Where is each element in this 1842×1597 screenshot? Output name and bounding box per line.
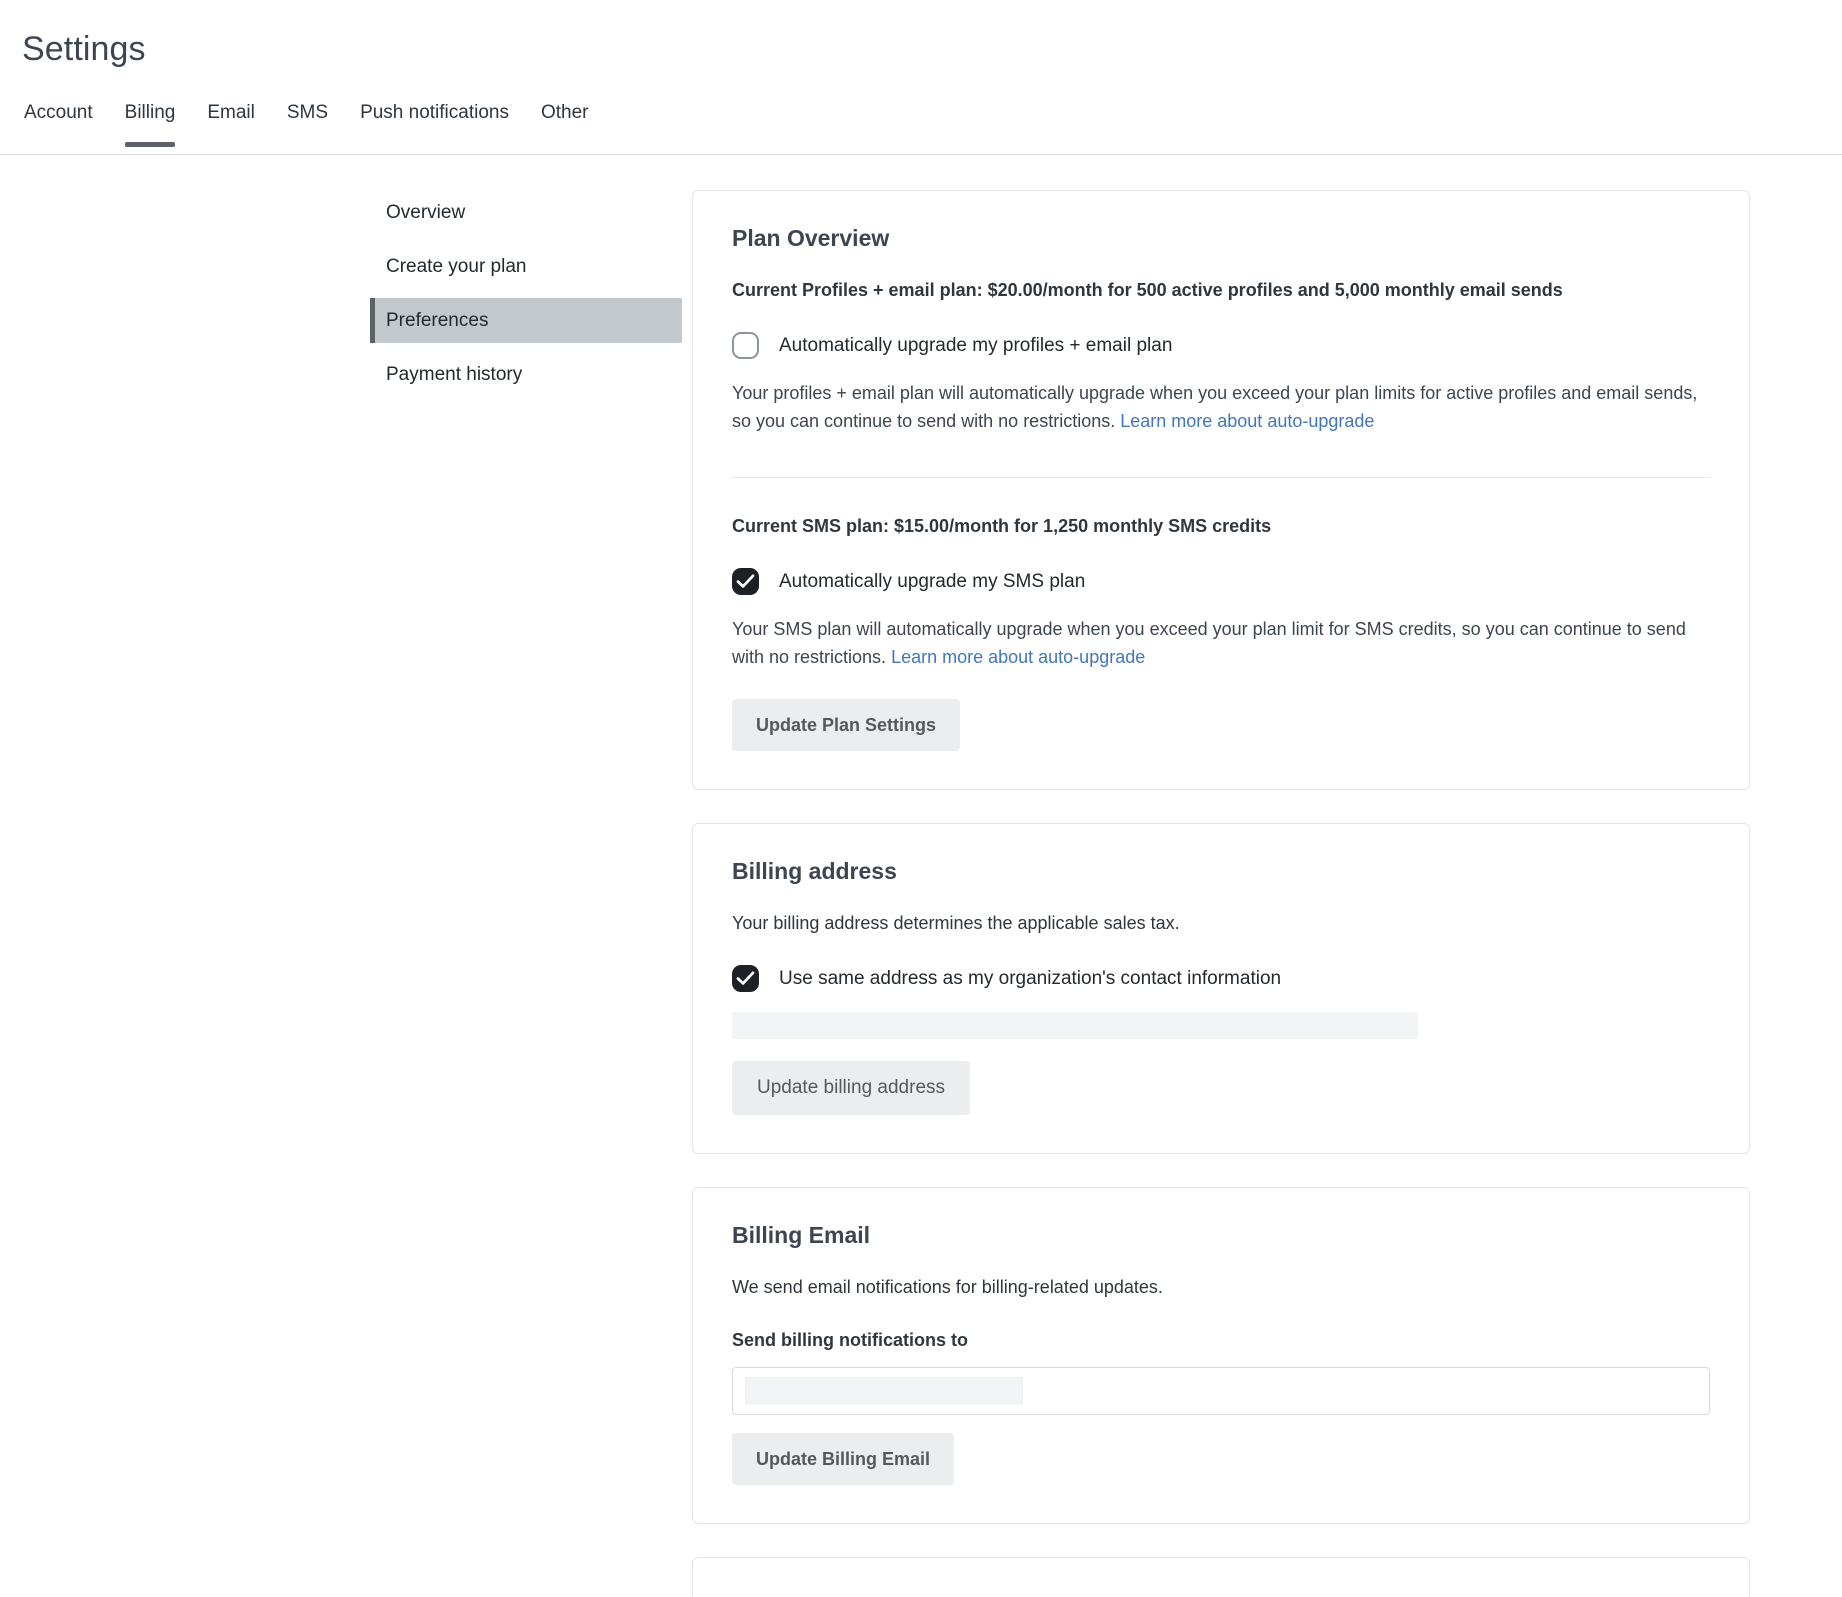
current-email-plan-line: Current Profiles + email plan: $20.00/mo… (732, 278, 1710, 302)
auto-upgrade-sms-label[interactable]: Automatically upgrade my SMS plan (779, 570, 1085, 594)
sidebar-item-create-your-plan[interactable]: Create your plan (370, 244, 682, 289)
send-billing-notifications-label: Send billing notifications to (732, 1329, 1710, 1351)
current-email-plan-label: Current Profiles + email plan: (732, 280, 983, 300)
sidebar-item-preferences[interactable]: Preferences (370, 298, 682, 343)
billing-email-redacted-value (745, 1377, 1023, 1405)
update-billing-address-button[interactable]: Update billing address (732, 1061, 970, 1115)
sidebar-item-overview[interactable]: Overview (370, 190, 682, 235)
billing-address-card: Billing address Your billing address det… (692, 823, 1750, 1154)
settings-cards: Plan Overview Current Profiles + email p… (692, 190, 1777, 1597)
page-header: Settings (0, 0, 1842, 70)
current-email-plan-value: $20.00/month for 500 active profiles and… (983, 280, 1563, 300)
update-billing-email-button[interactable]: Update Billing Email (732, 1433, 954, 1485)
tab-account[interactable]: Account (22, 102, 109, 147)
billing-address-redacted-value (732, 1012, 1418, 1039)
auto-upgrade-sms-row[interactable]: Automatically upgrade my SMS plan (732, 568, 1710, 595)
auto-upgrade-sms-help: Your SMS plan will automatically upgrade… (732, 615, 1710, 671)
use-same-address-row[interactable]: Use same address as my organization's co… (732, 965, 1710, 992)
use-same-address-label[interactable]: Use same address as my organization's co… (779, 967, 1281, 991)
plan-overview-card: Plan Overview Current Profiles + email p… (692, 190, 1750, 790)
tab-email[interactable]: Email (191, 102, 271, 147)
billing-email-title: Billing Email (732, 1221, 1710, 1249)
tab-push-notifications[interactable]: Push notifications (344, 102, 525, 147)
learn-more-auto-upgrade-sms-link[interactable]: Learn more about auto-upgrade (891, 647, 1145, 667)
tab-sms[interactable]: SMS (271, 102, 344, 147)
current-sms-plan-label: Current SMS plan: (732, 516, 889, 536)
billing-address-description: Your billing address determines the appl… (732, 911, 1710, 935)
plan-sections-divider (732, 477, 1710, 478)
update-plan-settings-button[interactable]: Update Plan Settings (732, 699, 960, 751)
sidebar-item-label: Preferences (386, 310, 488, 332)
billing-email-card: Billing Email We send email notification… (692, 1187, 1750, 1524)
auto-upgrade-email-checkbox[interactable] (732, 332, 759, 359)
use-same-address-checkbox[interactable] (732, 965, 759, 992)
current-sms-plan-line: Current SMS plan: $15.00/month for 1,250… (732, 514, 1710, 538)
sidebar-item-label: Payment history (386, 364, 522, 386)
billing-sidebar: Overview Create your plan Preferences Pa… (0, 190, 692, 1597)
sidebar-item-label: Create your plan (386, 256, 526, 278)
tab-billing[interactable]: Billing (109, 102, 192, 147)
sidebar-item-payment-history[interactable]: Payment history (370, 352, 682, 397)
billing-address-title: Billing address (732, 857, 1710, 885)
page-title: Settings (22, 28, 1842, 70)
settings-body: Overview Create your plan Preferences Pa… (0, 155, 1842, 1597)
checkmark-icon (736, 970, 755, 987)
billing-email-input[interactable] (732, 1367, 1710, 1415)
checkmark-icon (736, 573, 755, 590)
auto-upgrade-email-label[interactable]: Automatically upgrade my profiles + emai… (779, 334, 1172, 358)
auto-upgrade-sms-checkbox[interactable] (732, 568, 759, 595)
plan-overview-title: Plan Overview (732, 224, 1710, 252)
auto-upgrade-email-row[interactable]: Automatically upgrade my profiles + emai… (732, 332, 1710, 359)
current-sms-plan-value: $15.00/month for 1,250 monthly SMS credi… (889, 516, 1271, 536)
auto-upgrade-email-help: Your profiles + email plan will automati… (732, 379, 1710, 435)
learn-more-auto-upgrade-email-link[interactable]: Learn more about auto-upgrade (1120, 411, 1374, 431)
billing-email-description: We send email notifications for billing-… (732, 1275, 1710, 1299)
settings-tabbar: Account Billing Email SMS Push notificat… (0, 102, 1842, 155)
sidebar-item-label: Overview (386, 202, 465, 224)
tab-other[interactable]: Other (525, 102, 605, 147)
auto-upgrade-sms-help-text: Your SMS plan will automatically upgrade… (732, 619, 1686, 667)
next-card-partial (692, 1557, 1750, 1597)
